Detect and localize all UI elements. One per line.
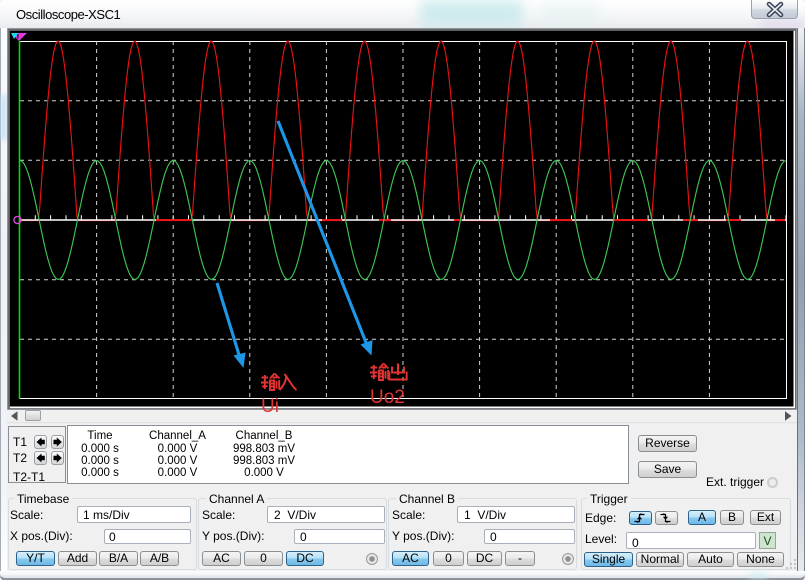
svg-text:Ui: Ui	[261, 396, 279, 417]
svg-text:Uo2: Uo2	[370, 387, 405, 408]
